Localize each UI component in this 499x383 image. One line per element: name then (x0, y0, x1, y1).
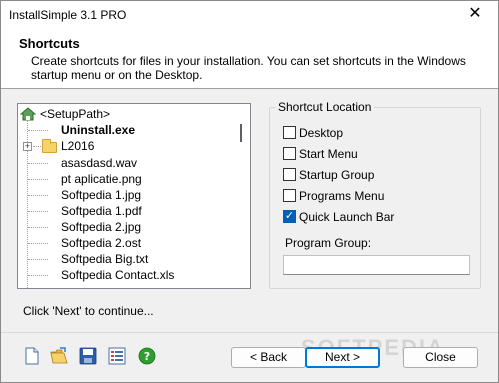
open-folder-icon[interactable] (50, 347, 68, 365)
checkbox-label: Start Menu (299, 147, 358, 161)
tree-item-label: L2016 (61, 139, 95, 153)
tree-item-label: asasdasd.wav (61, 156, 138, 170)
program-group-label: Program Group: (285, 236, 372, 250)
list-view-icon[interactable] (108, 347, 126, 365)
tree-branch (28, 275, 48, 276)
folder-icon (42, 139, 57, 153)
page-description: Create shortcuts for files in your insta… (31, 54, 466, 82)
page-title: Shortcuts (19, 36, 80, 51)
tree-item-label: Uninstall.exe (61, 123, 136, 137)
tree-branch (33, 146, 41, 147)
installer-window: InstallSimple 3.1 PRO ✕ Shortcuts Create… (0, 0, 499, 383)
checkbox-label: Desktop (299, 126, 344, 140)
divider (1, 332, 498, 333)
title-bar: InstallSimple 3.1 PRO ✕ (1, 1, 498, 29)
checkbox-box[interactable] (283, 126, 296, 139)
svg-text:?: ? (144, 350, 150, 363)
checkbox-label: Quick Launch Bar (299, 210, 395, 224)
checkbox-label: Programs Menu (299, 189, 385, 203)
tree-item-label: Softpedia 2.jpg (61, 220, 142, 234)
tree-item-label: pt aplicatie.png (61, 172, 142, 186)
tree-branch (28, 259, 48, 260)
wizard-header: Shortcuts Create shortcuts for files in … (1, 29, 498, 89)
tree-item-label: Softpedia 2.ost (61, 236, 142, 250)
checkbox-box[interactable] (283, 147, 296, 160)
tree-branch (28, 130, 48, 131)
expand-icon[interactable]: + (23, 142, 32, 151)
tree-item-label: Softpedia 1.pdf (61, 204, 142, 218)
window-title: InstallSimple 3.1 PRO (9, 8, 127, 22)
next-button[interactable]: Next > (305, 347, 380, 368)
home-icon (20, 107, 36, 121)
tree-item-label: Softpedia 1.jpg (61, 188, 142, 202)
checkbox-box[interactable] (283, 189, 296, 202)
tree-branch (28, 243, 48, 244)
checkbox-box[interactable] (283, 168, 296, 181)
tree-item-label: Softpedia Contact.xls (61, 268, 175, 282)
close-icon[interactable]: ✕ (452, 1, 498, 29)
tree-branch (28, 211, 48, 212)
tree-root-label: <SetupPath> (40, 107, 111, 121)
scrollbar-thumb[interactable] (240, 124, 242, 142)
save-disk-icon[interactable] (79, 347, 97, 365)
tree-branch (28, 179, 48, 180)
back-button[interactable]: < Back (231, 347, 306, 368)
help-icon[interactable]: ? (138, 347, 156, 365)
program-group-input[interactable] (283, 255, 470, 275)
shortcut-location-label: Shortcut Location (275, 100, 375, 114)
tree-branch (28, 195, 48, 196)
tree-scrollbar[interactable] (233, 104, 250, 288)
checkmark-icon[interactable]: ✓ (283, 210, 296, 223)
new-file-icon[interactable] (23, 347, 41, 365)
status-text: Click 'Next' to continue... (23, 304, 154, 318)
checkbox-label: Startup Group (299, 168, 375, 182)
tree-branch (28, 227, 48, 228)
file-tree[interactable]: <SetupPath> Uninstall.exe + L2016 asasda… (17, 103, 251, 289)
tree-item-label: Softpedia Big.txt (61, 252, 149, 266)
tree-branch (28, 163, 48, 164)
close-button[interactable]: Close (403, 347, 478, 368)
